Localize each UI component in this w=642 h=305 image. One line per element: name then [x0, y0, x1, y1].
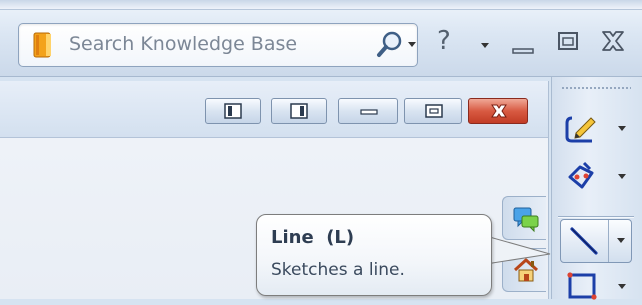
tile-right-button[interactable]: [271, 98, 327, 124]
tooltip-pointer: [482, 235, 551, 265]
split-divider: [608, 220, 609, 262]
close-icon[interactable]: [600, 28, 626, 54]
restore-icon[interactable]: [557, 30, 579, 52]
tile-right-icon: [290, 103, 308, 119]
question-mark-icon[interactable]: ?: [437, 26, 451, 56]
command-toolbar: [551, 77, 642, 300]
close-icon: [491, 104, 507, 118]
sketch-relations-button[interactable]: [560, 157, 630, 195]
sketch-relations-icon: [568, 161, 594, 189]
document-restore-button[interactable]: [404, 98, 462, 124]
help-dropdown-arrow-icon[interactable]: [481, 43, 489, 48]
restore-icon: [425, 104, 443, 118]
magnifier-icon[interactable]: [375, 30, 405, 60]
document-title-bar: [0, 81, 548, 138]
document-minimize-button[interactable]: [338, 98, 398, 124]
tile-left-icon: [224, 103, 242, 119]
smart-dimension-icon: [565, 116, 596, 143]
design-library-icon: [513, 207, 539, 233]
search-dropdown-arrow-icon[interactable]: [408, 42, 416, 47]
line-icon: [570, 227, 598, 255]
toolbar-separator: [558, 216, 634, 217]
smart-dimension-button[interactable]: [560, 109, 630, 147]
rectangle-icon: [567, 272, 597, 300]
tooltip-description: Sketches a line.: [271, 260, 405, 280]
search-box[interactable]: Search Knowledge Base: [18, 23, 418, 67]
tile-left-button[interactable]: [205, 98, 261, 124]
dropdown-arrow-icon[interactable]: [618, 174, 626, 179]
line-button[interactable]: [560, 219, 632, 263]
document-close-button[interactable]: [468, 98, 528, 124]
dropdown-arrow-icon[interactable]: [618, 126, 626, 131]
tooltip: Line (L) Sketches a line.: [256, 214, 492, 296]
knowledge-base-book-icon: [33, 32, 51, 58]
minimize-icon[interactable]: [512, 36, 534, 54]
toolbar-grip[interactable]: [561, 86, 631, 90]
rectangle-button[interactable]: [560, 267, 630, 305]
minimize-icon: [360, 109, 378, 115]
dropdown-arrow-icon[interactable]: [617, 238, 625, 243]
search-input[interactable]: Search Knowledge Base: [69, 33, 297, 55]
tooltip-title: Line (L): [271, 227, 355, 248]
dropdown-arrow-icon[interactable]: [618, 284, 626, 289]
title-bar: Search Knowledge Base ?: [0, 0, 642, 77]
